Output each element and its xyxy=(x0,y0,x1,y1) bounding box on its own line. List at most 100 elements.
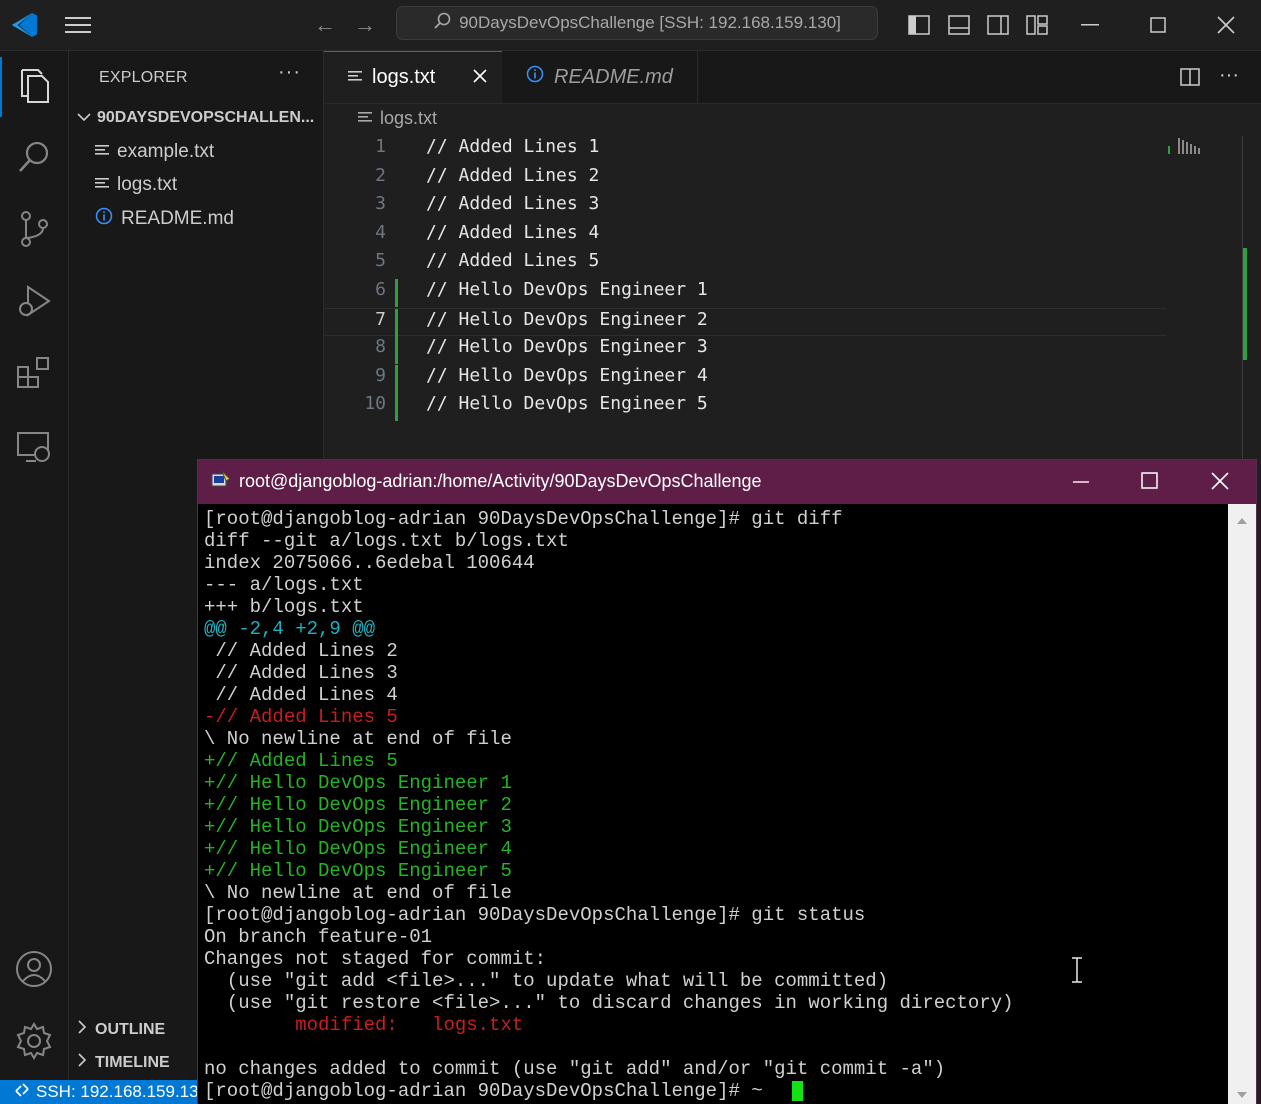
split-editor-icon[interactable] xyxy=(1178,65,1202,89)
menu-icon[interactable] xyxy=(62,10,94,40)
outline-section[interactable]: OUTLINE xyxy=(77,1020,165,1039)
code-line[interactable]: 4 // Added Lines 4 xyxy=(324,222,1261,250)
terminal-line: diff --git a/logs.txt b/logs.txt xyxy=(204,530,569,552)
code-line[interactable]: 9 // Hello DevOps Engineer 4 xyxy=(324,364,1261,393)
more-actions-button[interactable]: ··· xyxy=(278,61,301,84)
line-number: 3 xyxy=(375,193,386,215)
timeline-label: TIMELINE xyxy=(95,1053,170,1071)
terminal-line: (use "git restore <file>..." to discard … xyxy=(204,992,1014,1014)
gutter-added-marker[interactable] xyxy=(395,336,398,365)
file-label: example.txt xyxy=(117,141,215,162)
command-center-search[interactable]: 90DaysDevOpsChallenge [SSH: 192.168.159.… xyxy=(396,6,878,40)
timeline-section[interactable]: TIMELINE xyxy=(77,1053,170,1072)
code-line[interactable]: 3 // Added Lines 3 xyxy=(324,193,1261,221)
customize-layout-icon[interactable] xyxy=(1024,12,1050,38)
scroll-up-icon[interactable] xyxy=(1236,512,1248,530)
terminal-line: // Added Lines 4 xyxy=(204,684,398,706)
remote-explorer-icon[interactable] xyxy=(0,417,68,477)
minimap[interactable] xyxy=(1168,136,1228,156)
terminal-line: +// Hello DevOps Engineer 5 xyxy=(204,860,512,882)
terminal-scrollbar[interactable] xyxy=(1228,504,1256,1104)
terminal-line: \ No newline at end of file xyxy=(204,882,512,904)
gutter-added-marker[interactable] xyxy=(395,279,398,307)
tab-readme[interactable]: README.md xyxy=(502,51,698,103)
terminal-titlebar[interactable]: root@djangoblog-adrian:/home/Activity/90… xyxy=(198,460,1256,504)
terminal-line: [root@djangoblog-adrian 90DaysDevOpsChal… xyxy=(204,904,866,926)
close-icon[interactable] xyxy=(473,66,487,89)
terminal-line: +// Hello DevOps Engineer 2 xyxy=(204,794,512,816)
terminal-cursor xyxy=(792,1081,803,1101)
remote-indicator[interactable]: SSH: 192.168.159.130 xyxy=(0,1080,197,1104)
tab-label: logs.txt xyxy=(372,66,436,88)
breadcrumb[interactable]: logs.txt xyxy=(358,108,437,129)
code-line[interactable]: 1 // Added Lines 1 xyxy=(324,136,1261,164)
close-window-icon[interactable] xyxy=(1211,472,1229,495)
terminal-window: root@djangoblog-adrian:/home/Activity/90… xyxy=(197,459,1257,1104)
chevron-down-icon xyxy=(77,109,91,127)
terminal-line: +// Added Lines 5 xyxy=(204,750,398,772)
more-actions-icon[interactable]: ··· xyxy=(1214,63,1244,87)
maximize-window-icon[interactable] xyxy=(1140,10,1176,40)
editor-scrollbar-change-marker xyxy=(1243,248,1247,360)
toggle-panel-icon[interactable] xyxy=(946,12,972,38)
maximize-window-icon[interactable] xyxy=(1141,472,1159,495)
lines-icon xyxy=(95,174,109,196)
gutter-added-marker[interactable] xyxy=(395,364,398,393)
editor-scrollbar[interactable] xyxy=(1242,136,1243,460)
file-item-logs[interactable]: logs.txt xyxy=(95,174,177,196)
terminal-line: --- a/logs.txt xyxy=(204,574,364,596)
code-text: // Hello DevOps Engineer 5 xyxy=(426,393,708,415)
accounts-icon[interactable] xyxy=(0,939,68,999)
forward-arrow-icon[interactable]: → xyxy=(350,10,380,40)
toggle-primary-sidebar-icon[interactable] xyxy=(906,12,932,38)
terminal-output[interactable]: [root@djangoblog-adrian 90DaysDevOpsChal… xyxy=(198,504,1228,1104)
source-control-icon[interactable] xyxy=(0,199,68,259)
terminal-line: Changes not staged for commit: xyxy=(204,948,547,970)
code-line[interactable]: 5 // Added Lines 5 xyxy=(324,250,1261,278)
explorer-icon[interactable] xyxy=(0,57,68,117)
code-line[interactable]: 7 // Hello DevOps Engineer 2 xyxy=(324,307,1166,337)
line-number: 4 xyxy=(375,221,386,243)
gutter-added-marker[interactable] xyxy=(395,308,398,337)
minimize-window-icon[interactable] xyxy=(1072,10,1108,40)
back-arrow-icon[interactable]: ← xyxy=(310,10,340,40)
settings-gear-icon[interactable] xyxy=(0,1011,68,1071)
terminal-line: (use "git add <file>..." to update what … xyxy=(204,970,889,992)
tab-logs[interactable]: logs.txt xyxy=(324,51,502,103)
extensions-icon[interactable] xyxy=(0,343,68,403)
file-item-readme[interactable]: README.md xyxy=(95,207,234,231)
code-line[interactable]: 2 // Added Lines 2 xyxy=(324,165,1261,193)
code-text: // Hello DevOps Engineer 3 xyxy=(426,336,708,358)
terminal-line: +// Hello DevOps Engineer 3 xyxy=(204,816,512,838)
close-window-icon[interactable] xyxy=(1208,10,1244,40)
file-item-example[interactable]: example.txt xyxy=(95,141,214,163)
explorer-header: EXPLORER xyxy=(99,69,188,86)
code-text: // Hello DevOps Engineer 4 xyxy=(426,364,708,386)
title-bar: ← → 90DaysDevOpsChallenge [SSH: 192.168.… xyxy=(0,0,1261,51)
lines-icon xyxy=(358,108,372,129)
terminal-line: \ No newline at end of file xyxy=(204,728,512,750)
scroll-down-icon[interactable] xyxy=(1236,1086,1248,1104)
outline-label: OUTLINE xyxy=(95,1020,166,1038)
code-line[interactable]: 10 // Hello DevOps Engineer 5 xyxy=(324,393,1261,422)
code-line[interactable]: 8 // Hello DevOps Engineer 3 xyxy=(324,336,1261,365)
code-line[interactable]: 6 // Hello DevOps Engineer 1 xyxy=(324,279,1261,307)
minimize-window-icon[interactable] xyxy=(1072,472,1090,495)
file-label: README.md xyxy=(121,208,234,229)
run-debug-icon[interactable] xyxy=(0,271,68,331)
chevron-right-icon xyxy=(77,1053,87,1072)
terminal-line: +// Hello DevOps Engineer 1 xyxy=(204,772,512,794)
workspace-folder[interactable]: 90DAYSDEVOPSCHALLEN... xyxy=(77,109,314,127)
line-number: 10 xyxy=(364,393,386,415)
code-editor[interactable]: logs.txt 1 // Added Lines 1 2 // Added Line… xyxy=(324,104,1261,460)
toggle-secondary-sidebar-icon[interactable] xyxy=(985,12,1011,38)
gutter-added-marker[interactable] xyxy=(395,393,398,422)
search-text: 90DaysDevOpsChallenge [SSH: 192.168.159.… xyxy=(459,13,841,32)
code-text: // Added Lines 3 xyxy=(426,193,600,215)
terminal-line: // Added Lines 3 xyxy=(204,662,398,684)
terminal-line: +// Hello DevOps Engineer 4 xyxy=(204,838,512,860)
search-icon[interactable] xyxy=(0,127,68,187)
terminal-title: root@djangoblog-adrian:/home/Activity/90… xyxy=(239,471,762,491)
code-text: // Hello DevOps Engineer 2 xyxy=(426,308,708,330)
terminal-line: -// Added Lines 5 xyxy=(204,706,398,728)
